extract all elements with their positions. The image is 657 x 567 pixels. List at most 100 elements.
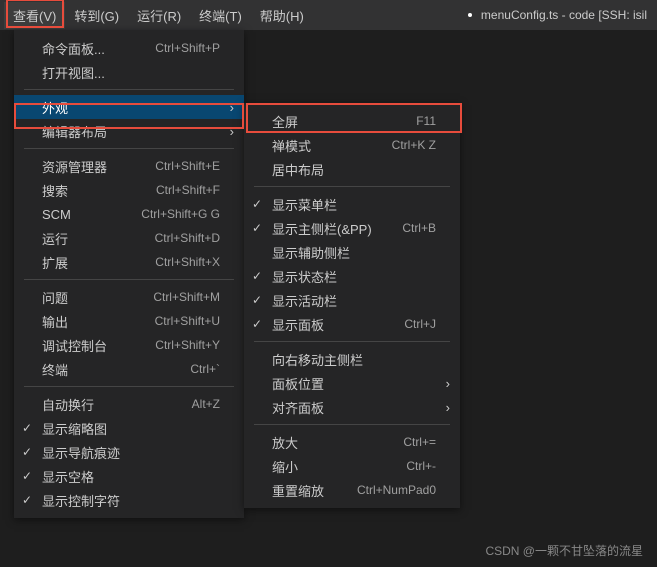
item-activity-bar[interactable]: ✓ 显示活动栏 (244, 288, 460, 312)
shortcut: Ctrl+- (406, 459, 436, 473)
label: 调试控制台 (42, 336, 155, 355)
item-panel[interactable]: ✓ 显示面板 Ctrl+J (244, 312, 460, 336)
menu-view[interactable]: 查看(V) (4, 2, 65, 29)
label: 打开视图... (42, 63, 220, 82)
menu-terminal[interactable]: 终端(T) (190, 2, 251, 29)
label: 显示活动栏 (272, 291, 436, 310)
item-move-sidebar-right[interactable]: 向右移动主侧栏 (244, 347, 460, 371)
label: 显示主侧栏(&PP) (272, 219, 402, 238)
separator (254, 424, 450, 425)
appearance-submenu: 全屏 F11 禅模式 Ctrl+K Z 居中布局 ✓ 显示菜单栏 ✓ 显示主侧栏… (244, 103, 460, 508)
shortcut: Ctrl+Shift+G G (141, 207, 220, 221)
check-icon: ✓ (252, 269, 262, 283)
label: 放大 (272, 433, 403, 452)
label: 显示缩略图 (42, 419, 220, 438)
shortcut: Ctrl+Shift+E (155, 159, 220, 173)
item-minimap[interactable]: ✓ 显示缩略图 (14, 416, 244, 440)
check-icon: ✓ (22, 421, 32, 435)
shortcut: Ctrl+Shift+F (156, 183, 220, 197)
item-search[interactable]: 搜索 Ctrl+Shift+F (14, 178, 244, 202)
chevron-right-icon: › (446, 400, 450, 415)
item-command-palette[interactable]: 命令面板... Ctrl+Shift+P (14, 36, 244, 60)
check-icon: ✓ (22, 493, 32, 507)
label: 命令面板... (42, 39, 155, 58)
label: 居中布局 (272, 160, 436, 179)
item-zoom-out[interactable]: 缩小 Ctrl+- (244, 454, 460, 478)
item-menu-bar[interactable]: ✓ 显示菜单栏 (244, 192, 460, 216)
label: 显示辅助侧栏 (272, 243, 436, 262)
label: 显示导航痕迹 (42, 443, 220, 462)
check-icon: ✓ (252, 317, 262, 331)
item-centered-layout[interactable]: 居中布局 (244, 157, 460, 181)
label: 外观 (42, 98, 220, 117)
shortcut: Ctrl+B (402, 221, 436, 235)
label: 自动换行 (42, 395, 192, 414)
label: 显示控制字符 (42, 491, 220, 510)
item-panel-position[interactable]: 面板位置 › (244, 371, 460, 395)
item-align-panel[interactable]: 对齐面板 › (244, 395, 460, 419)
title-text: menuConfig.ts - code [SSH: isil (481, 8, 647, 22)
item-word-wrap[interactable]: 自动换行 Alt+Z (14, 392, 244, 416)
label: 禅模式 (272, 136, 392, 155)
shortcut: Alt+Z (192, 397, 220, 411)
item-zen-mode[interactable]: 禅模式 Ctrl+K Z (244, 133, 460, 157)
item-run[interactable]: 运行 Ctrl+Shift+D (14, 226, 244, 250)
item-breadcrumbs[interactable]: ✓ 显示导航痕迹 (14, 440, 244, 464)
item-scm[interactable]: SCM Ctrl+Shift+G G (14, 202, 244, 226)
menu-run[interactable]: 运行(R) (128, 2, 190, 29)
item-extensions[interactable]: 扩展 Ctrl+Shift+X (14, 250, 244, 274)
shortcut: Ctrl+= (403, 435, 436, 449)
item-control-chars[interactable]: ✓ 显示控制字符 (14, 488, 244, 512)
menubar: 查看(V) 转到(G) 运行(R) 终端(T) 帮助(H) menuConfig… (0, 0, 657, 30)
item-reset-zoom[interactable]: 重置缩放 Ctrl+NumPad0 (244, 478, 460, 502)
label: 资源管理器 (42, 157, 155, 176)
watermark: CSDN @一颗不甘坠落的流星 (481, 540, 647, 561)
shortcut: Ctrl+Shift+D (155, 231, 220, 245)
window-title: menuConfig.ts - code [SSH: isil (468, 8, 653, 22)
separator (24, 386, 234, 387)
label: 运行 (42, 229, 155, 248)
label: 扩展 (42, 253, 155, 272)
shortcut: F11 (416, 114, 436, 128)
check-icon: ✓ (252, 221, 262, 235)
item-status-bar[interactable]: ✓ 显示状态栏 (244, 264, 460, 288)
shortcut: Ctrl+` (190, 362, 220, 376)
shortcut: Ctrl+Shift+P (155, 41, 220, 55)
shortcut: Ctrl+NumPad0 (357, 483, 436, 497)
label: 搜索 (42, 181, 156, 200)
menu-goto[interactable]: 转到(G) (65, 2, 128, 29)
label: 显示状态栏 (272, 267, 436, 286)
item-appearance[interactable]: 外观 › (14, 95, 244, 119)
view-dropdown: 命令面板... Ctrl+Shift+P 打开视图... 外观 › 编辑器布局 … (14, 30, 244, 518)
label: 全屏 (272, 112, 416, 131)
item-explorer[interactable]: 资源管理器 Ctrl+Shift+E (14, 154, 244, 178)
item-problems[interactable]: 问题 Ctrl+Shift+M (14, 285, 244, 309)
item-whitespace[interactable]: ✓ 显示空格 (14, 464, 244, 488)
item-output[interactable]: 输出 Ctrl+Shift+U (14, 309, 244, 333)
item-debug-console[interactable]: 调试控制台 Ctrl+Shift+Y (14, 333, 244, 357)
item-zoom-in[interactable]: 放大 Ctrl+= (244, 430, 460, 454)
menu-help[interactable]: 帮助(H) (251, 2, 313, 29)
separator (254, 186, 450, 187)
label: 问题 (42, 288, 153, 307)
item-terminal[interactable]: 终端 Ctrl+` (14, 357, 244, 381)
label: 编辑器布局 (42, 122, 220, 141)
label: 向右移动主侧栏 (272, 350, 436, 369)
item-secondary-sidebar[interactable]: 显示辅助侧栏 (244, 240, 460, 264)
label: 重置缩放 (272, 481, 357, 500)
label: 终端 (42, 360, 190, 379)
shortcut: Ctrl+Shift+X (155, 255, 220, 269)
separator (24, 89, 234, 90)
item-open-view[interactable]: 打开视图... (14, 60, 244, 84)
chevron-right-icon: › (230, 124, 234, 139)
label: 显示面板 (272, 315, 404, 334)
label: 缩小 (272, 457, 406, 476)
dirty-dot-icon (468, 13, 472, 17)
shortcut: Ctrl+J (404, 317, 436, 331)
item-fullscreen[interactable]: 全屏 F11 (244, 109, 460, 133)
check-icon: ✓ (22, 469, 32, 483)
chevron-right-icon: › (230, 100, 234, 115)
item-editor-layout[interactable]: 编辑器布局 › (14, 119, 244, 143)
check-icon: ✓ (22, 445, 32, 459)
item-primary-sidebar[interactable]: ✓ 显示主侧栏(&PP) Ctrl+B (244, 216, 460, 240)
